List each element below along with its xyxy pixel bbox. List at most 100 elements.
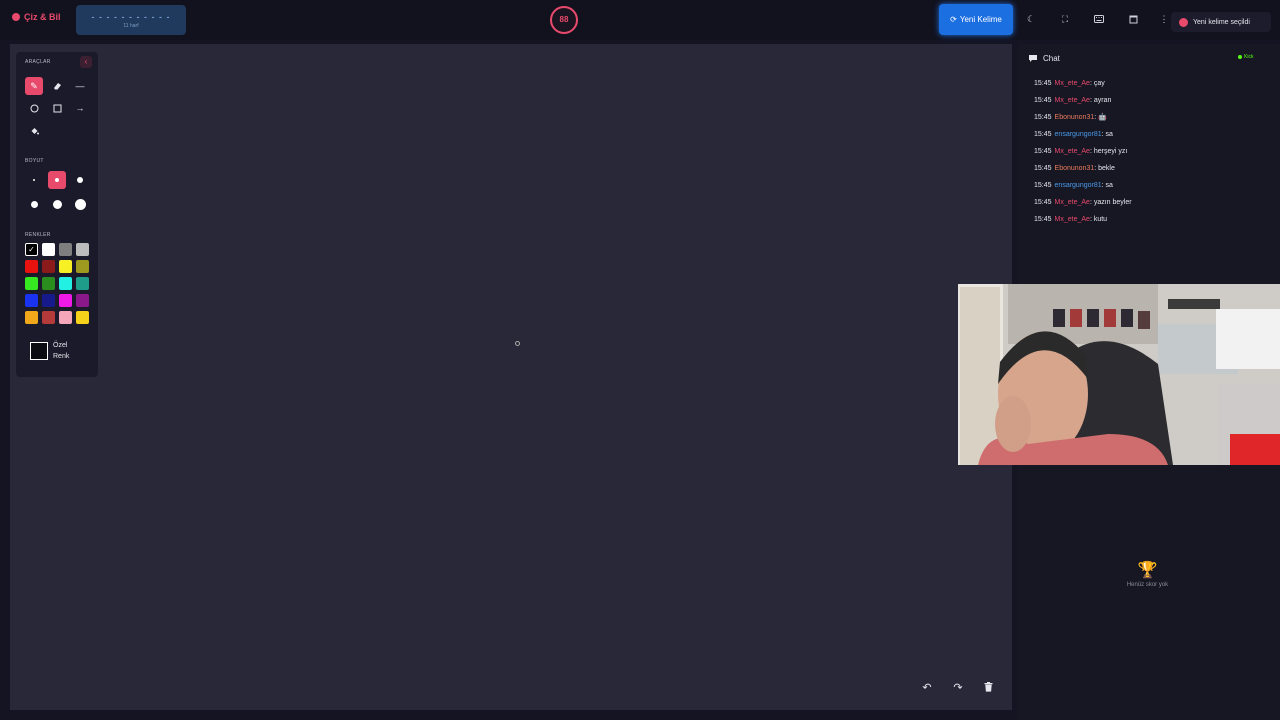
colors-title: RENKLER	[25, 232, 51, 238]
word-hint-box: - - - - - - - - - - - 11 harf	[76, 5, 186, 35]
custom-color-button[interactable]	[30, 342, 48, 360]
message-text: herşeyi yzı	[1093, 148, 1128, 155]
color-swatch[interactable]	[42, 311, 55, 324]
line-tool-button[interactable]: —	[71, 77, 89, 95]
color-swatch[interactable]	[25, 277, 38, 290]
message-username[interactable]: Ebonunon31	[1055, 165, 1095, 172]
message-username[interactable]: ensargungor81	[1055, 182, 1102, 189]
color-swatch[interactable]	[59, 294, 72, 307]
chat-messages: 15:45 Mx_ete_Ae: çay 15:45 Mx_ete_Ae: ayran…	[1034, 79, 1264, 232]
rectangle-icon	[53, 104, 61, 112]
chat-message: 15:45 Mx_ete_Ae: çay	[1034, 79, 1264, 96]
circle-icon	[30, 104, 38, 112]
redo-icon: ↷	[953, 681, 963, 694]
size-5-dot	[52, 199, 62, 209]
clear-canvas-button[interactable]	[978, 678, 998, 696]
chat-message: 15:45 Mx_ete_Ae: kutu	[1034, 215, 1264, 232]
arrow-tool-button[interactable]: →	[71, 99, 89, 117]
line-icon: —	[75, 81, 85, 91]
app-logo[interactable]: Çiz & Bil	[12, 12, 61, 22]
scoreboard: 🏆 Henüz skor yok	[1090, 560, 1205, 588]
color-swatch[interactable]	[59, 311, 72, 324]
toast-text: Yeni kelime seçildi	[1193, 18, 1250, 26]
custom-color-label-1: Özel	[53, 342, 68, 349]
size-3-button[interactable]	[71, 171, 89, 189]
message-username[interactable]: Mx_ete_Ae	[1055, 199, 1090, 206]
size-title: BOYUT	[25, 158, 44, 164]
word-mask: - - - - - - - - - - -	[91, 12, 171, 22]
custom-color-label: Özel Renk	[53, 340, 69, 362]
color-swatch[interactable]	[25, 311, 38, 324]
undo-button[interactable]: ↶	[917, 678, 937, 696]
paint-bucket-icon	[31, 127, 39, 134]
color-swatch[interactable]	[42, 277, 55, 290]
size-1-dot	[33, 179, 35, 181]
trash-icon	[984, 682, 992, 692]
size-5-button[interactable]	[48, 195, 66, 213]
new-word-label: Yeni Kelime	[959, 15, 1002, 24]
notification-toast: Yeni kelime seçildi	[1171, 12, 1271, 32]
message-username[interactable]: Mx_ete_Ae	[1055, 97, 1090, 104]
circle-tool-button[interactable]	[25, 99, 43, 117]
arrow-right-icon: →	[75, 103, 85, 113]
chat-message: 15:45 ensargungor81: sa	[1034, 130, 1264, 147]
pen-icon: ✎	[30, 80, 38, 91]
drawing-canvas[interactable]	[10, 44, 1012, 710]
rectangle-tool-button[interactable]	[48, 99, 66, 117]
eraser-icon	[53, 83, 61, 90]
size-2-button[interactable]	[48, 171, 66, 189]
message-time: 15:45	[1034, 97, 1052, 104]
color-swatch[interactable]	[59, 243, 72, 256]
eraser-tool-button[interactable]	[48, 77, 66, 95]
message-text: yazın beyler	[1093, 199, 1132, 206]
fullscreen-icon[interactable]: ⛶	[1056, 10, 1074, 28]
moon-icon[interactable]: ☾	[1022, 10, 1040, 28]
message-time: 15:45	[1034, 131, 1052, 138]
message-username[interactable]: Ebonunon31	[1055, 114, 1095, 121]
message-username[interactable]: Mx_ete_Ae	[1055, 148, 1090, 155]
color-swatch[interactable]	[25, 260, 38, 273]
color-swatch[interactable]	[42, 260, 55, 273]
color-swatch[interactable]	[42, 294, 55, 307]
message-text: çay	[1093, 80, 1105, 87]
scoreboard-empty-text: Henüz skor yok	[1126, 582, 1169, 588]
chat-message: 15:45 ensargungor81: sa	[1034, 181, 1264, 198]
collapse-panel-button[interactable]: ‹	[80, 56, 92, 68]
color-swatch[interactable]: ✓	[25, 243, 38, 256]
chat-message: 15:45 Mx_ete_Ae: yazın beyler	[1034, 198, 1264, 215]
message-username[interactable]: Mx_ete_Ae	[1055, 216, 1090, 223]
chat-message: 15:45 Ebonunon31: bekle	[1034, 164, 1264, 181]
new-word-button[interactable]: ⟳ Yeni Kelime	[939, 4, 1013, 35]
color-swatch[interactable]	[76, 294, 89, 307]
window-icon[interactable]	[1124, 10, 1142, 28]
color-swatch[interactable]	[25, 294, 38, 307]
color-swatch[interactable]	[76, 311, 89, 324]
message-text: 🤖	[1098, 114, 1107, 121]
keyboard-icon[interactable]	[1090, 10, 1108, 28]
color-swatch[interactable]	[59, 260, 72, 273]
color-swatch[interactable]	[76, 260, 89, 273]
size-6-button[interactable]	[71, 195, 89, 213]
size-4-button[interactable]	[25, 195, 43, 213]
size-1-button[interactable]	[25, 171, 43, 189]
size-4-dot	[30, 200, 38, 208]
pen-tool-button[interactable]: ✎	[25, 77, 43, 95]
chat-title: Chat	[1043, 53, 1060, 63]
chat-message: 15:45 Ebonunon31: 🤖	[1034, 113, 1264, 130]
message-text: ayran	[1093, 97, 1112, 104]
message-time: 15:45	[1034, 80, 1052, 87]
color-swatch[interactable]	[76, 243, 89, 256]
chat-header: Chat	[1028, 50, 1266, 66]
color-swatch[interactable]	[59, 277, 72, 290]
message-time: 15:45	[1034, 216, 1052, 223]
message-username[interactable]: Mx_ete_Ae	[1055, 80, 1090, 87]
size-2-dot	[55, 178, 59, 182]
message-time: 15:45	[1034, 199, 1052, 206]
platform-label: Kick	[1244, 54, 1254, 60]
redo-button[interactable]: ↷	[948, 678, 968, 696]
color-swatch[interactable]	[76, 277, 89, 290]
fill-tool-button[interactable]	[25, 122, 43, 140]
tools-panel: ARAÇLAR ‹ ✎ — → BOYUT RENKLER ✓ Özel Ren…	[16, 52, 98, 377]
color-swatch[interactable]	[42, 243, 55, 256]
message-username[interactable]: ensargungor81	[1055, 131, 1102, 138]
